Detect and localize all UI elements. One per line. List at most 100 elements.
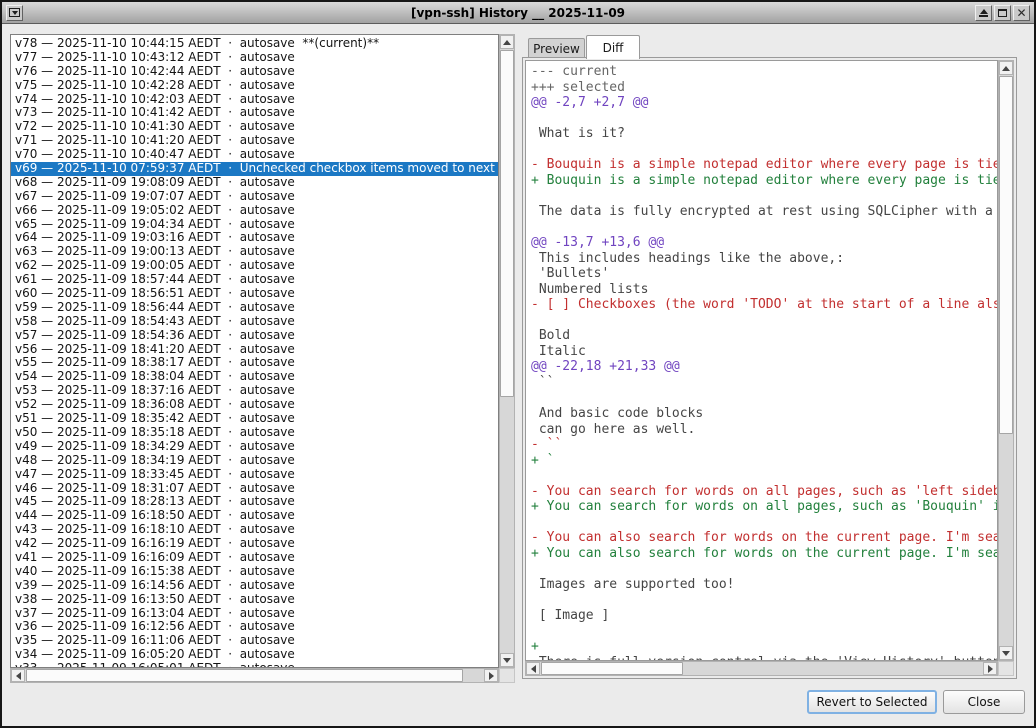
list-item[interactable]: v74 — 2025-11-10 10:42:03 AEDT · autosav… (11, 93, 498, 107)
list-item[interactable]: v57 — 2025-11-09 18:54:36 AEDT · autosav… (11, 329, 498, 343)
list-item[interactable]: v61 — 2025-11-09 18:57:44 AEDT · autosav… (11, 273, 498, 287)
list-item[interactable]: v43 — 2025-11-09 16:18:10 AEDT · autosav… (11, 523, 498, 537)
list-item[interactable]: v63 — 2025-11-09 19:00:13 AEDT · autosav… (11, 245, 498, 259)
diff-line: What is it? (531, 126, 997, 142)
revert-to-selected-button[interactable]: Revert to Selected (807, 690, 937, 714)
list-item[interactable]: v58 — 2025-11-09 18:54:43 AEDT · autosav… (11, 315, 498, 329)
close-window-button[interactable]: ✕ (1013, 5, 1030, 21)
diff-line: + You can search for words on all pages,… (531, 499, 997, 515)
tab-diff[interactable]: Diff (586, 35, 640, 59)
list-item[interactable]: v50 — 2025-11-09 18:35:18 AEDT · autosav… (11, 426, 498, 440)
history-window: [vpn-ssh] History __ 2025-11-09 ✕ v78 — … (0, 0, 1036, 728)
list-item[interactable]: v78 — 2025-11-10 10:44:15 AEDT · autosav… (11, 37, 498, 51)
list-item[interactable]: v71 — 2025-11-10 10:41:20 AEDT · autosav… (11, 134, 498, 148)
version-list[interactable]: v78 — 2025-11-10 10:44:15 AEDT · autosav… (10, 34, 499, 668)
list-item[interactable]: v46 — 2025-11-09 18:31:07 AEDT · autosav… (11, 482, 498, 496)
tab-preview[interactable]: Preview (528, 38, 585, 58)
diff-scroll-down-button[interactable] (999, 646, 1013, 660)
list-item[interactable]: v34 — 2025-11-09 16:05:20 AEDT · autosav… (11, 648, 498, 662)
maximize-icon (998, 9, 1007, 17)
diff-line (531, 111, 997, 127)
diff-vscroll-thumb[interactable] (999, 76, 1013, 434)
diff-line (531, 188, 997, 204)
list-item[interactable]: v72 — 2025-11-10 10:41:30 AEDT · autosav… (11, 120, 498, 134)
diff-line: @@ -13,7 +13,6 @@ (531, 235, 997, 251)
list-item[interactable]: v49 — 2025-11-09 18:34:29 AEDT · autosav… (11, 440, 498, 454)
diff-line: Bold (531, 328, 997, 344)
diff-line: @@ -22,18 +21,33 @@ (531, 359, 997, 375)
diff-line: +++ selected (531, 80, 997, 96)
hscroll-thumb[interactable] (26, 669, 463, 682)
scroll-right-icon (489, 672, 494, 680)
scroll-down-button[interactable] (500, 653, 514, 667)
list-item[interactable]: v55 — 2025-11-09 18:38:17 AEDT · autosav… (11, 356, 498, 370)
scroll-down-icon (503, 658, 511, 663)
scroll-left-button[interactable] (11, 669, 25, 682)
list-item[interactable]: v59 — 2025-11-09 18:56:44 AEDT · autosav… (11, 301, 498, 315)
diff-vscrollbar[interactable] (998, 60, 1014, 661)
shade-button[interactable] (975, 5, 992, 21)
window-menu-down-icon (9, 8, 20, 17)
scroll-right-button[interactable] (484, 669, 498, 682)
close-button[interactable]: Close (943, 690, 1025, 714)
list-item[interactable]: v40 — 2025-11-09 16:15:38 AEDT · autosav… (11, 565, 498, 579)
list-item[interactable]: v73 — 2025-11-10 10:41:42 AEDT · autosav… (11, 106, 498, 120)
list-item[interactable]: v62 — 2025-11-09 19:00:05 AEDT · autosav… (11, 259, 498, 273)
list-item[interactable]: v35 — 2025-11-09 16:11:06 AEDT · autosav… (11, 634, 498, 648)
list-item[interactable]: v42 — 2025-11-09 16:16:19 AEDT · autosav… (11, 537, 498, 551)
list-item[interactable]: v37 — 2025-11-09 16:13:04 AEDT · autosav… (11, 607, 498, 621)
list-item[interactable]: v76 — 2025-11-10 10:42:44 AEDT · autosav… (11, 65, 498, 79)
diff-line: 'Bullets' (531, 266, 997, 282)
list-item[interactable]: v77 — 2025-11-10 10:43:12 AEDT · autosav… (11, 51, 498, 65)
list-item[interactable]: v67 — 2025-11-09 19:07:07 AEDT · autosav… (11, 190, 498, 204)
diff-panel: --- current+++ selected@@ -2,7 +2,7 @@ W… (522, 57, 1017, 679)
scroll-up-button[interactable] (500, 35, 514, 49)
list-item[interactable]: v38 — 2025-11-09 16:13:50 AEDT · autosav… (11, 593, 498, 607)
list-item[interactable]: v60 — 2025-11-09 18:56:51 AEDT · autosav… (11, 287, 498, 301)
list-item[interactable]: v69 — 2025-11-10 07:59:37 AEDT · Uncheck… (11, 162, 498, 176)
list-item[interactable]: v44 — 2025-11-09 16:18:50 AEDT · autosav… (11, 509, 498, 523)
list-item[interactable]: v41 — 2025-11-09 16:16:09 AEDT · autosav… (11, 551, 498, 565)
list-item[interactable]: v45 — 2025-11-09 18:28:13 AEDT · autosav… (11, 495, 498, 509)
diff-scroll-right-button[interactable] (983, 662, 997, 675)
window-menu-button[interactable] (6, 5, 23, 21)
diff-hscroll-thumb[interactable] (541, 662, 683, 675)
dialog-content: v78 — 2025-11-10 10:44:15 AEDT · autosav… (2, 25, 1034, 726)
diff-hscrollbar[interactable] (525, 661, 998, 676)
version-list-hscrollbar[interactable] (10, 668, 499, 683)
version-list-vscrollbar[interactable] (499, 34, 515, 668)
maximize-button[interactable] (994, 5, 1011, 21)
list-item[interactable]: v68 — 2025-11-09 19:08:09 AEDT · autosav… (11, 176, 498, 190)
list-item[interactable]: v39 — 2025-11-09 16:14:56 AEDT · autosav… (11, 579, 498, 593)
diff-line (531, 593, 997, 609)
diff-line: The data is fully encrypted at rest usin… (531, 204, 997, 220)
diff-line (531, 515, 997, 531)
list-item[interactable]: v70 — 2025-11-10 10:40:47 AEDT · autosav… (11, 148, 498, 162)
diff-line: - Bouquin is a simple notepad editor whe… (531, 157, 997, 173)
list-item[interactable]: v52 — 2025-11-09 18:36:08 AEDT · autosav… (11, 398, 498, 412)
list-item[interactable]: v48 — 2025-11-09 18:34:19 AEDT · autosav… (11, 454, 498, 468)
diff-scroll-up-button[interactable] (999, 61, 1013, 75)
diff-content[interactable]: --- current+++ selected@@ -2,7 +2,7 @@ W… (525, 60, 998, 661)
list-item[interactable]: v64 — 2025-11-09 19:03:16 AEDT · autosav… (11, 231, 498, 245)
scrollbar-corner (499, 668, 515, 683)
tab-diff-label: Diff (603, 41, 624, 55)
vscroll-thumb[interactable] (500, 50, 514, 397)
list-item[interactable]: v56 — 2025-11-09 18:41:20 AEDT · autosav… (11, 343, 498, 357)
list-item[interactable]: v65 — 2025-11-09 19:04:34 AEDT · autosav… (11, 218, 498, 232)
list-item[interactable]: v54 — 2025-11-09 18:38:04 AEDT · autosav… (11, 370, 498, 384)
diff-line: + (531, 639, 997, 655)
list-item[interactable]: v47 — 2025-11-09 18:33:45 AEDT · autosav… (11, 468, 498, 482)
list-item[interactable]: v36 — 2025-11-09 16:12:56 AEDT · autosav… (11, 620, 498, 634)
list-item[interactable]: v53 — 2025-11-09 18:37:16 AEDT · autosav… (11, 384, 498, 398)
diff-scroll-left-button[interactable] (526, 662, 540, 675)
titlebar[interactable]: [vpn-ssh] History __ 2025-11-09 ✕ (2, 2, 1034, 24)
list-item[interactable]: v51 — 2025-11-09 18:35:42 AEDT · autosav… (11, 412, 498, 426)
diff-line: `` (531, 375, 997, 391)
list-item[interactable]: v66 — 2025-11-09 19:05:02 AEDT · autosav… (11, 204, 498, 218)
diff-line (531, 562, 997, 578)
diff-line: - [ ] Checkboxes (the word 'TODO' at the… (531, 297, 997, 313)
diff-line: - You can search for words on all pages,… (531, 484, 997, 500)
list-item[interactable]: v75 — 2025-11-10 10:42:28 AEDT · autosav… (11, 79, 498, 93)
diff-line (531, 142, 997, 158)
